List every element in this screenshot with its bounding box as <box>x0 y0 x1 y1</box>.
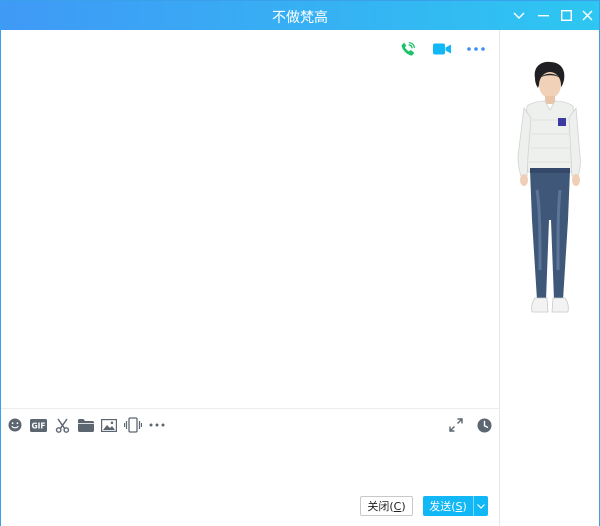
send-button-suffix: ) <box>462 499 467 513</box>
avatar-show-figure <box>517 61 581 313</box>
send-options-dropdown[interactable] <box>473 496 488 516</box>
shake-window-icon[interactable] <box>124 416 142 434</box>
folder-icon[interactable] <box>77 416 95 434</box>
title-bar[interactable]: 不做梵高 <box>1 1 599 30</box>
call-actions <box>397 39 487 59</box>
video-call-icon[interactable] <box>431 39 453 59</box>
gif-icon[interactable]: GIF <box>29 416 47 434</box>
close-button-suffix: ) <box>401 499 406 513</box>
message-history-area[interactable] <box>1 30 499 408</box>
chevron-down-icon <box>477 503 485 509</box>
side-panel <box>500 30 599 526</box>
chat-window: 不做梵高 GIF <box>0 0 600 526</box>
image-icon[interactable] <box>100 416 118 434</box>
screenshot-scissors-icon[interactable] <box>53 416 71 434</box>
close-button-label: 关闭( <box>367 500 394 513</box>
close-hotkey: C <box>393 499 402 513</box>
expand-icon[interactable] <box>447 416 465 434</box>
close-button[interactable]: 关闭(C) <box>360 496 413 516</box>
more-icon[interactable] <box>148 416 166 434</box>
send-hotkey: S <box>455 499 463 513</box>
close-icon[interactable] <box>575 1 599 30</box>
history-clock-icon[interactable] <box>475 416 493 434</box>
chat-toolbar: GIF <box>1 408 499 440</box>
send-button-label: 发送( <box>429 500 456 513</box>
voice-call-icon[interactable] <box>397 39 419 59</box>
minimize-icon[interactable] <box>531 1 555 30</box>
chevron-down-icon[interactable] <box>507 1 531 30</box>
svg-text:GIF: GIF <box>31 421 45 430</box>
send-button[interactable]: 发送(S) <box>423 496 473 516</box>
more-options-icon[interactable] <box>465 39 487 59</box>
emoji-icon[interactable] <box>6 416 24 434</box>
